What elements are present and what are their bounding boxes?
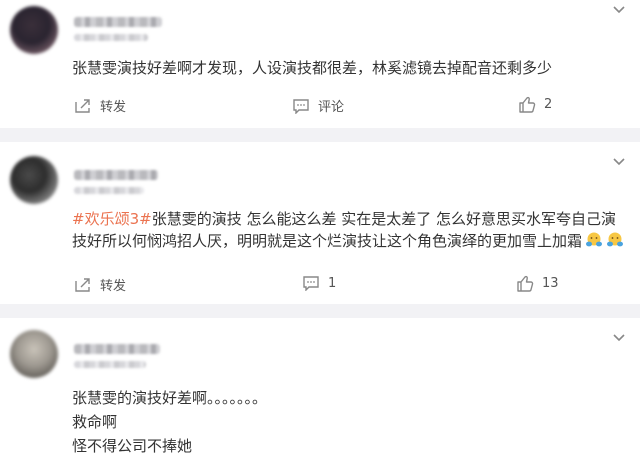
avatar[interactable] [10,330,58,378]
like-count: 2 [544,97,553,112]
comment-body: 张慧雯的演技 怎么能这么差 实在是太差了 怎么好意思买水军夸自己演技好所以何悯鸿… [72,210,616,250]
comment-line: 救命啊 [72,413,118,431]
comment-text: 张慧雯演技好差啊才发现，人设演技都很差，林奚滤镜去掉配音还剩多少 [72,59,553,77]
timestamp-blurred [74,34,148,41]
like-button[interactable]: 2 [518,96,552,113]
separator [0,128,640,142]
comment-text: 张慧雯的演技好差啊。。。。。。。 救命啊 怪不得公司不捧她 [72,386,632,458]
repost-label: 转发 [100,279,127,294]
comment-label: 评论 [318,100,345,115]
comment-feed: 张慧雯演技好差啊才发现，人设演技都很差，林奚滤镜去掉配音还剩多少 转发 评论 2 [0,0,640,463]
like-count: 13 [542,276,559,291]
post-card: 张慧雯的演技好差啊。。。。。。。 救命啊 怪不得公司不捧她 [0,318,640,463]
topic-tag[interactable]: #欢乐颂3# [72,210,152,228]
post-card: 张慧雯演技好差啊才发现，人设演技都很差，林奚滤镜去掉配音还剩多少 转发 评论 2 [0,0,640,128]
like-button[interactable]: 13 [516,275,559,292]
timestamp-blurred [74,187,144,194]
cover-face-emoji-icon [607,232,624,247]
thumbs-up-icon [519,96,536,113]
avatar[interactable] [10,156,58,204]
avatar[interactable] [10,6,58,54]
thumbs-up-icon [517,275,534,292]
comment-button[interactable]: 1 [302,275,336,291]
username-blurred[interactable] [74,17,162,27]
username-blurred[interactable] [74,170,158,180]
chevron-down-icon[interactable] [612,156,626,168]
separator [0,304,640,318]
repost-label: 转发 [100,100,127,115]
chevron-down-icon[interactable] [612,4,626,16]
chevron-down-icon[interactable] [612,332,626,344]
cover-face-emoji-icon [586,232,603,247]
share-icon [75,98,90,113]
repost-button[interactable]: 转发 [74,96,126,115]
post-card: #欢乐颂3#张慧雯的演技 怎么能这么差 实在是太差了 怎么好意思买水军夸自己演技… [0,142,640,304]
comment-line: 张慧雯的演技好差啊。。。。。。。 [72,389,268,407]
share-icon [75,277,90,292]
comment-line: 怪不得公司不捧她 [72,437,193,455]
comment-button[interactable]: 评论 [292,96,344,115]
username-blurred[interactable] [74,344,160,354]
comment-icon [303,276,319,291]
comment-icon [293,98,309,114]
comment-text: #欢乐颂3#张慧雯的演技 怎么能这么差 实在是太差了 怎么好意思买水军夸自己演技… [72,208,627,252]
timestamp-blurred [74,361,146,368]
repost-button[interactable]: 转发 [74,275,126,294]
comment-count: 1 [328,275,337,291]
